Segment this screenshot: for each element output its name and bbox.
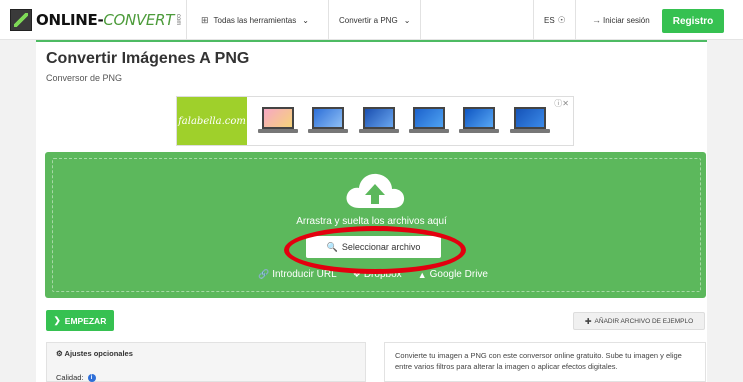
- quality-setting: Calidad: i: [56, 373, 96, 382]
- login-icon: →: [592, 15, 601, 25]
- start-button[interactable]: ❯ EMPEZAR: [46, 310, 114, 331]
- annotation-ellipse: [284, 226, 466, 274]
- cloud-upload-icon: [346, 173, 405, 208]
- start-label: EMPEZAR: [64, 315, 107, 326]
- convert-to-png-label: Convertir a PNG: [339, 15, 398, 25]
- add-sample-file-label: AÑADIR ARCHIVO DE EJEMPLO: [594, 317, 694, 325]
- laptop-image: [258, 105, 299, 137]
- chevron-right-icon: ❯: [53, 315, 61, 325]
- nav-divider: [186, 0, 187, 40]
- language-selector[interactable]: ES ☉: [544, 0, 566, 40]
- description-text: Convierte tu imagen a PNG con este conve…: [395, 351, 682, 371]
- google-drive-label: Google Drive: [429, 269, 488, 280]
- nav-divider: [420, 0, 421, 40]
- convert-to-png-menu[interactable]: Convertir a PNG ⌄: [339, 0, 410, 40]
- logo-text-main: ONLINE-: [36, 11, 104, 29]
- logo-text-com: com: [175, 14, 182, 26]
- login-link[interactable]: → Iniciar sesión: [592, 0, 650, 40]
- chevron-down-icon: ⌄: [302, 15, 309, 25]
- globe-icon: ☉: [557, 14, 566, 25]
- logo-icon: [10, 9, 32, 31]
- ad-banner[interactable]: falabella.com ⓘ✕: [176, 96, 574, 146]
- all-tools-label: Todas las herramientas: [213, 15, 297, 25]
- plus-icon: ✚: [584, 316, 592, 326]
- laptop-image: [509, 105, 550, 137]
- nav-divider: [575, 0, 576, 40]
- all-tools-menu[interactable]: ⊞ Todas las herramientas ⌄: [201, 0, 309, 40]
- site-logo[interactable]: ONLINE- CONVERT com: [10, 8, 181, 32]
- quality-label: Calidad:: [56, 373, 84, 382]
- page-subtitle: Conversor de PNG: [46, 73, 123, 83]
- logo-text-accent: CONVERT: [103, 11, 175, 29]
- grid-icon: ⊞: [201, 14, 209, 25]
- login-label: Iniciar sesión: [603, 15, 650, 25]
- ad-close-icon[interactable]: ⓘ✕: [554, 98, 569, 109]
- nav-divider: [328, 0, 329, 40]
- laptop-image: [308, 105, 349, 137]
- laptop-image: [358, 105, 399, 137]
- enter-url-label: Introducir URL: [272, 269, 337, 280]
- nav-divider: [533, 0, 534, 40]
- optional-settings-label: Ajustes opcionales: [64, 349, 133, 358]
- add-sample-file-button[interactable]: ✚ AÑADIR ARCHIVO DE EJEMPLO: [573, 312, 705, 330]
- gear-icon: ⚙: [56, 349, 63, 358]
- ad-product-strip: [247, 97, 573, 145]
- register-button[interactable]: Registro: [662, 9, 724, 33]
- laptop-image: [409, 105, 450, 137]
- info-icon[interactable]: i: [87, 374, 96, 382]
- language-label: ES: [544, 15, 555, 25]
- enter-url-link[interactable]: 🔗 Introducir URL: [258, 269, 337, 280]
- chevron-down-icon: ⌄: [403, 15, 411, 25]
- laptop-image: [459, 105, 500, 137]
- optional-settings-heading: ⚙ Ajustes opcionales: [56, 349, 133, 358]
- google-drive-link[interactable]: ▲ Google Drive: [418, 269, 488, 280]
- ad-brand-logo: falabella.com: [177, 97, 247, 145]
- link-icon: 🔗: [258, 269, 270, 279]
- page-title: Convertir Imágenes A PNG: [46, 50, 250, 67]
